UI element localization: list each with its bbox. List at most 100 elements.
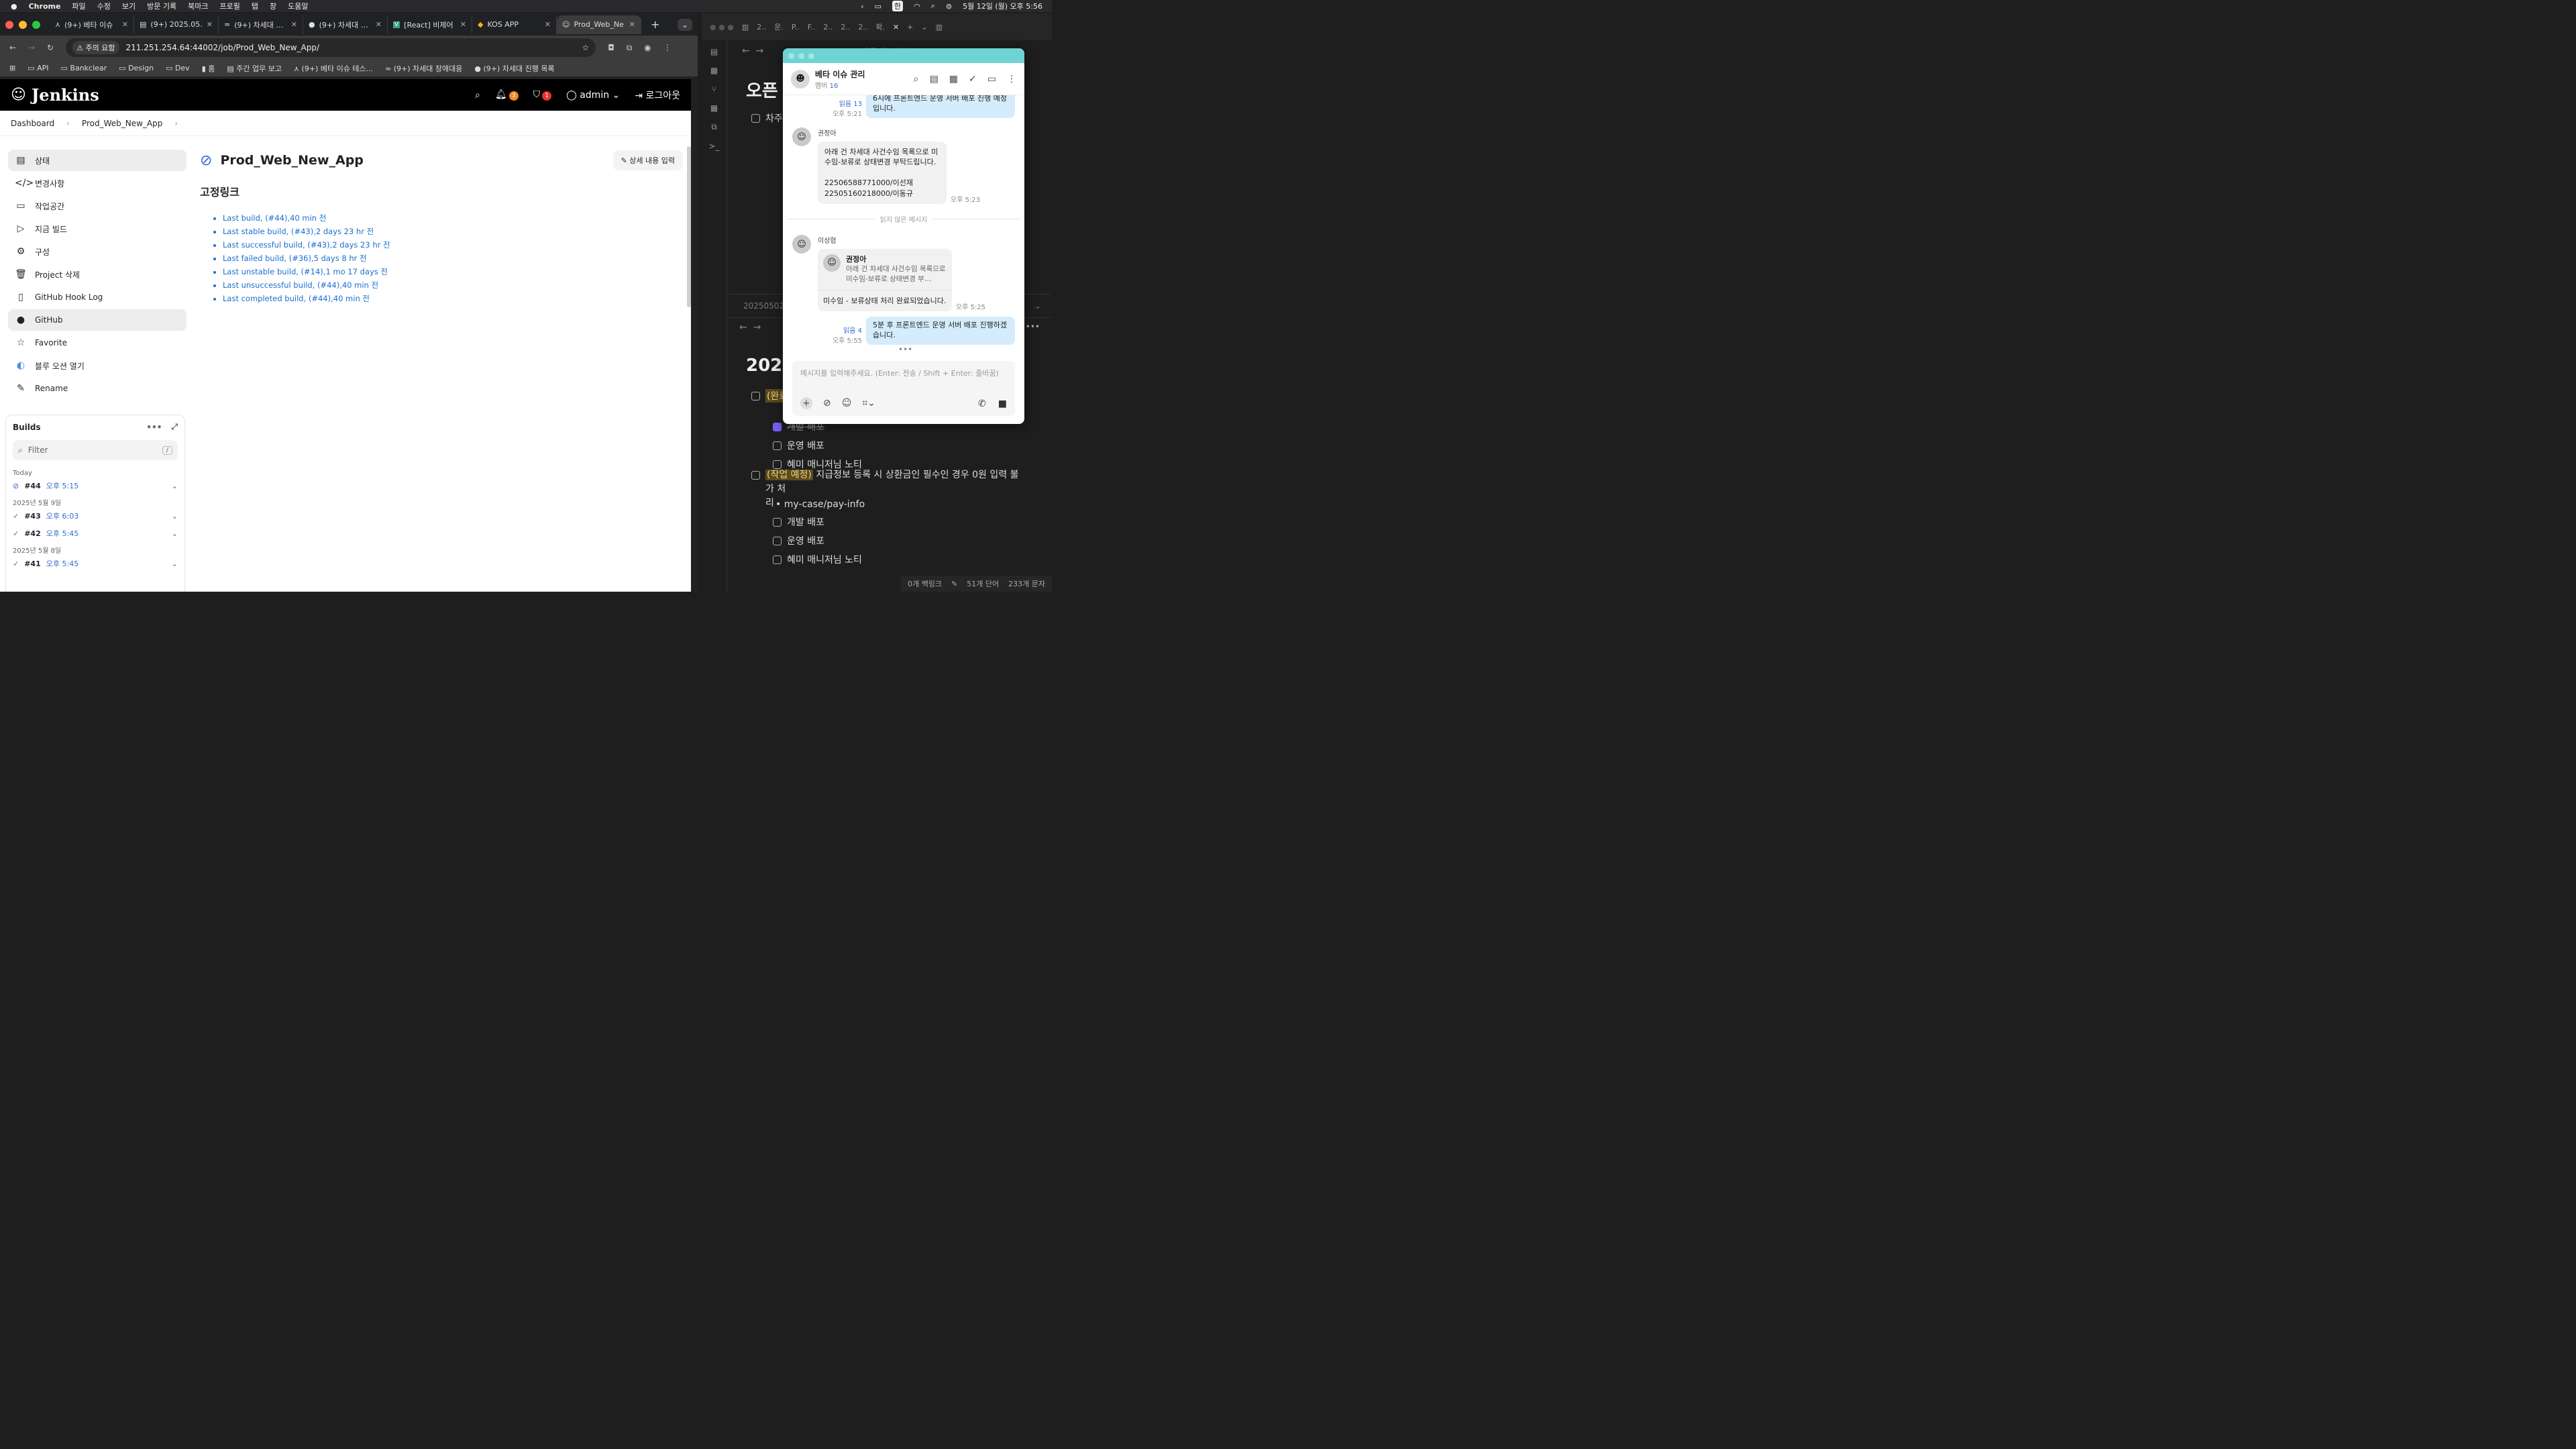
new-tab-button[interactable]: +: [651, 18, 659, 31]
calendar-icon[interactable]: ▦: [949, 74, 958, 85]
pencil-icon[interactable]: ✎: [951, 580, 957, 588]
expand-icon[interactable]: ⤢: [171, 422, 178, 432]
close-window-button[interactable]: [788, 52, 794, 59]
notes-tab[interactable]: 2..: [823, 23, 833, 32]
side-item-changes[interactable]: </> 변경사항: [8, 172, 186, 194]
menu-app-name[interactable]: Chrome: [29, 2, 61, 11]
search-icon[interactable]: ⌕: [475, 90, 480, 101]
scrollbar[interactable]: [687, 146, 691, 307]
chevron-down-icon[interactable]: ⌄: [172, 482, 178, 490]
back-icon[interactable]: ←: [9, 43, 16, 52]
terminal-icon[interactable]: >_: [708, 142, 719, 151]
nav-arrows[interactable]: ← →: [742, 46, 763, 56]
checklist-item[interactable]: 혜미 매니저님 노티: [773, 553, 862, 566]
camera-icon[interactable]: ◘: [608, 43, 614, 52]
menu-tab[interactable]: 탭: [252, 1, 258, 11]
checklist-item[interactable]: 운영 배포: [773, 439, 862, 452]
graph-icon[interactable]: ⑂: [712, 85, 716, 94]
security-warning[interactable]: ⚠ 주의 요함: [72, 41, 119, 54]
folder-icon[interactable]: ▭: [987, 74, 996, 85]
avatar[interactable]: ☺: [792, 235, 811, 254]
profile-icon[interactable]: ◉: [644, 43, 651, 52]
tab-progress[interactable]: ● (9+) 차세대 진행 ✕: [303, 15, 388, 34]
security-button[interactable]: ⛉ 1: [533, 89, 552, 101]
notes-tab[interactable]: 2..: [858, 23, 867, 32]
member-count[interactable]: 16: [830, 83, 839, 90]
close-icon[interactable]: ✕: [545, 20, 551, 29]
apps-icon[interactable]: ⊞: [9, 64, 15, 72]
chevron-down-icon[interactable]: ⌄: [172, 559, 178, 568]
menu-window[interactable]: 창: [270, 1, 276, 11]
close-icon[interactable]: ✕: [893, 23, 899, 32]
breadcrumb-job[interactable]: Prod_Web_New_App: [82, 119, 162, 128]
message-list[interactable]: 읽음 13 오후 5:21 6시에 프론트엔드 운영 서버 배포 진행 예정입니다…: [783, 95, 1024, 352]
tab-incident[interactable]: ≈ (9+) 차세대 장애 ✕: [219, 15, 303, 34]
notes-tab[interactable]: 2..: [841, 23, 850, 32]
tab-react[interactable]: V [React] 비제어 ✕: [388, 15, 472, 34]
jenkins-logo[interactable]: Jenkins: [32, 85, 99, 105]
minimize-window-button[interactable]: [798, 52, 804, 59]
check-circle-icon[interactable]: ✓: [969, 74, 977, 85]
message-input[interactable]: 메시지를 입력해주세요. (Enter: 전송 / Shift + Enter:…: [800, 368, 1007, 378]
jenkins-logo-icon[interactable]: ☺: [11, 87, 26, 103]
side-item-hook-log[interactable]: ▯ GitHub Hook Log: [8, 286, 186, 308]
avatar[interactable]: ☺: [792, 127, 811, 146]
close-icon[interactable]: ✕: [122, 20, 128, 29]
side-item-favorite[interactable]: ☆ Favorite: [8, 332, 186, 354]
notes-tab[interactable]: P..: [792, 23, 800, 32]
read-count[interactable]: 읽음 4: [833, 325, 862, 335]
address-bar[interactable]: ⚠ 주의 요함 211.251.254.64:44002/job/Prod_We…: [66, 38, 596, 57]
chevron-down-icon[interactable]: ⌄: [921, 23, 927, 32]
reload-icon[interactable]: ↻: [47, 43, 54, 52]
bookmark-home[interactable]: ▮ 홈: [202, 63, 215, 74]
menu-edit[interactable]: 수정: [97, 1, 111, 11]
bookmark-dev[interactable]: ▭ Dev: [166, 64, 190, 72]
side-item-status[interactable]: ▤ 상태: [8, 150, 186, 171]
wifi-icon[interactable]: ◠: [914, 2, 920, 11]
chevron-down-icon[interactable]: ⌄: [172, 529, 178, 538]
close-icon[interactable]: ✕: [629, 20, 635, 29]
star-icon[interactable]: ☆: [582, 43, 589, 52]
builds-filter[interactable]: ⌕ Filter /: [13, 440, 178, 460]
logout-button[interactable]: ⇥ 로그아웃: [635, 89, 680, 102]
pane-title[interactable]: 20250502: [743, 301, 784, 311]
calendar-icon[interactable]: ▦: [710, 66, 718, 75]
close-icon[interactable]: ✕: [460, 20, 466, 29]
zoom-window-button[interactable]: [32, 20, 40, 29]
build-row[interactable]: ✓ #42 오후 5:45 ⌄: [13, 525, 178, 542]
build-row[interactable]: ✓ #41 오후 5:45 ⌄: [13, 555, 178, 572]
bookmark-beta[interactable]: ⋏ (9+) 베타 이슈 테스...: [294, 63, 373, 74]
file-icon[interactable]: ▤: [710, 47, 718, 56]
checklist-item[interactable]: 개발 배포: [773, 515, 862, 529]
edit-description-button[interactable]: ✎ 상세 내용 입력: [612, 150, 683, 170]
chevron-right-icon[interactable]: ›: [174, 119, 178, 128]
attachment-icon[interactable]: ⊘: [823, 398, 831, 409]
notes-tab[interactable]: F..: [808, 23, 816, 32]
side-item-configure[interactable]: ⚙ 구성: [8, 241, 186, 262]
close-window-button[interactable]: [5, 20, 13, 29]
copy-icon[interactable]: ⧉: [711, 122, 717, 132]
tab-kos[interactable]: ◆ KOS APP ✕: [472, 15, 557, 34]
zoom-window-button[interactable]: [808, 52, 814, 59]
phone-icon[interactable]: ✆: [978, 398, 986, 409]
permalink-last-unsuccessful[interactable]: Last unsuccessful build, (#44),40 min 전: [223, 280, 683, 290]
quoted-message[interactable]: ☺ 권정아 아래 건 차세대 사건수임 목록으로 미수임-보류로 상태변경 부…: [818, 249, 952, 290]
notes-tab[interactable]: 2..: [757, 23, 766, 32]
url-text[interactable]: 211.251.254.64:44002/job/Prod_Web_New_Ap…: [126, 43, 320, 52]
chevron-down-icon[interactable]: ⌄: [1034, 301, 1041, 311]
build-row[interactable]: ⊘ #44 오후 5:15 ⌄: [13, 477, 178, 494]
build-row[interactable]: ✓ #43 오후 6:03 ⌄: [13, 507, 178, 525]
search-icon[interactable]: ⌕: [931, 1, 935, 11]
permalink-last-successful[interactable]: Last successful build, (#43),2 days 23 h…: [223, 239, 683, 250]
tab-weekly[interactable]: ▤ (9+) 2025.05. ✕: [134, 15, 219, 34]
search-icon[interactable]: ⌕: [914, 74, 919, 85]
sidebar-right-icon[interactable]: ▥: [936, 23, 943, 32]
more-icon[interactable]: •••: [146, 423, 162, 432]
notifications-button[interactable]: 🔔︎ 3: [495, 89, 519, 101]
tab-search-button[interactable]: ⌄: [677, 18, 692, 31]
permalink-last-stable[interactable]: Last stable build, (#43),2 days 23 hr 전: [223, 226, 683, 237]
side-item-rename[interactable]: ✎ Rename: [8, 378, 186, 399]
checklist-item[interactable]: 차주: [751, 111, 783, 125]
bookmark-progress[interactable]: ● (9+) 차세대 진행 목록: [474, 63, 554, 74]
nav-arrows-2[interactable]: ← →: [739, 322, 761, 333]
